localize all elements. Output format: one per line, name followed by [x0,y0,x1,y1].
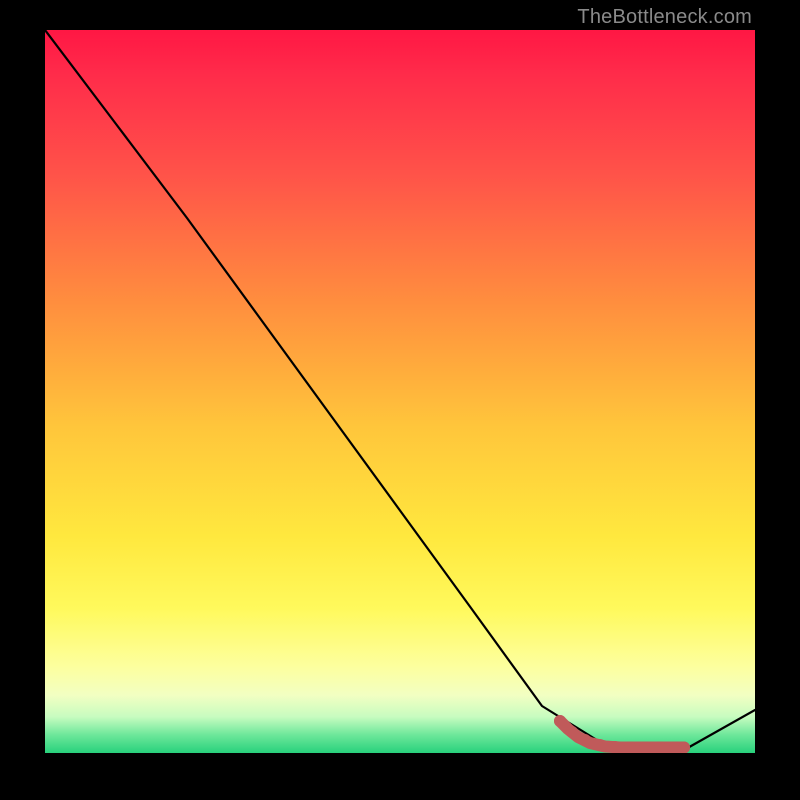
highlight-segment [560,721,684,748]
watermark-label: TheBottleneck.com [577,6,752,29]
chart-overlay [45,30,755,753]
figure: TheBottleneck.com [0,0,800,800]
plot-area [45,30,755,753]
data-line [45,30,755,750]
